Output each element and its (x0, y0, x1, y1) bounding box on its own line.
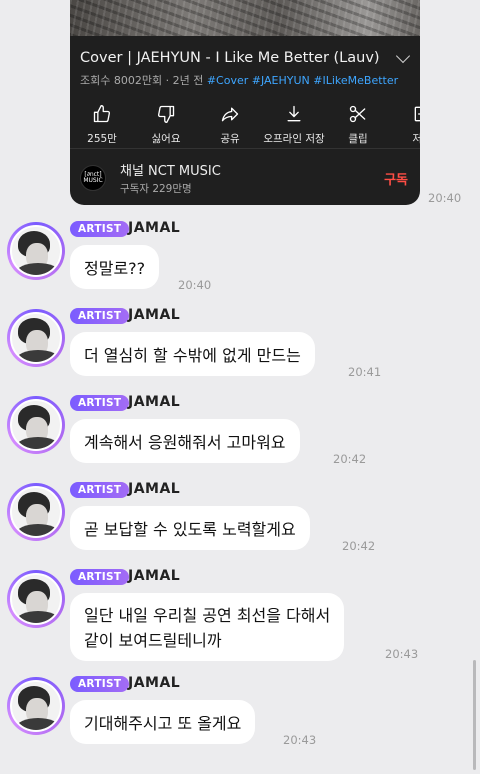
like-button[interactable]: 255만 (70, 104, 134, 146)
message-bubble[interactable]: 계속해서 응원해줘서 고마워요 (70, 419, 300, 463)
sender-name: JAMAL (128, 307, 181, 323)
message-bubble[interactable]: 정말로?? (70, 245, 160, 289)
youtube-share-card[interactable]: Cover | JAEHYUN - I Like Me Better (Lauv… (70, 0, 420, 205)
channel-logo[interactable]: [∂nct] MUSIC (80, 165, 106, 191)
subscribe-button[interactable]: 구독 (384, 169, 408, 188)
avatar[interactable] (7, 222, 65, 280)
share-icon (221, 107, 239, 122)
artist-badge: ARTIST (70, 676, 130, 692)
channel-subscribers: 구독자 229만명 (120, 183, 192, 195)
message-bubble[interactable]: 더 열심히 할 수밖에 없게 만드는 (70, 332, 315, 376)
download-icon (287, 105, 301, 122)
view-count: 조회수 8002만회 (80, 74, 163, 87)
video-action-bar: 255만 싫어요 공유 오프라인 저장 클립 저장 (70, 88, 420, 146)
avatar[interactable] (7, 483, 65, 541)
channel-row[interactable]: [∂nct] MUSIC 채널 NCT MUSIC 구독자 229만명 구독 (80, 160, 408, 196)
timestamp: 20:42 (342, 539, 376, 553)
artist-badge: ARTIST (70, 569, 130, 585)
message-bubble[interactable]: 기대해주시고 또 올게요 (70, 700, 256, 744)
timestamp: 20:42 (333, 452, 367, 466)
avatar[interactable] (7, 309, 65, 367)
artist-badge: ARTIST (70, 308, 130, 324)
card-divider (70, 148, 420, 149)
chevron-down-icon[interactable] (395, 48, 411, 64)
scrollbar[interactable] (473, 660, 476, 770)
video-meta: 조회수 8002만회 · 2년 전 #Cover #JAEHYUN #ILike… (80, 74, 399, 87)
download-button[interactable]: 오프라인 저장 (262, 104, 326, 146)
artist-badge: ARTIST (70, 482, 130, 498)
dislike-button[interactable]: 싫어요 (134, 104, 198, 146)
video-title[interactable]: Cover | JAEHYUN - I Like Me Better (Lauv… (80, 50, 380, 66)
channel-name[interactable]: 채널 NCT MUSIC (120, 160, 384, 179)
add-playlist-icon (414, 106, 420, 122)
thumbs-up-icon (93, 105, 111, 123)
avatar[interactable] (7, 396, 65, 454)
clip-label: 클립 (348, 133, 368, 145)
message-bubble[interactable]: 곧 보답할 수 있도록 노력할게요 (70, 506, 310, 550)
clip-button[interactable]: 클립 (326, 104, 390, 146)
artist-badge: ARTIST (70, 221, 130, 237)
timestamp: 20:40 (428, 191, 462, 205)
hashtags[interactable]: #Cover #JAEHYUN #ILikeMeBetter (207, 74, 398, 87)
avatar[interactable] (7, 677, 65, 735)
sender-name: JAMAL (128, 481, 181, 497)
scissors-icon (349, 105, 366, 123)
timestamp: 20:43 (283, 733, 317, 747)
sender-name: JAMAL (128, 675, 181, 691)
sender-name: JAMAL (128, 220, 181, 236)
download-label: 오프라인 저장 (263, 133, 325, 145)
sender-name: JAMAL (128, 568, 181, 584)
dislike-label: 싫어요 (151, 133, 181, 145)
artist-badge: ARTIST (70, 395, 130, 411)
timestamp: 20:40 (178, 278, 212, 292)
share-label: 공유 (220, 133, 240, 145)
share-button[interactable]: 공유 (198, 104, 262, 146)
thumbs-down-icon (157, 105, 175, 124)
save-label: 저장 (412, 133, 420, 145)
sender-name: JAMAL (128, 394, 181, 410)
message-bubble[interactable]: 일단 내일 우리칠 공연 최선을 다해서 같이 보여드릴테니까 (70, 593, 345, 661)
upload-age: 2년 전 (172, 74, 204, 87)
timestamp: 20:41 (348, 365, 382, 379)
like-count: 255만 (87, 133, 117, 145)
timestamp: 20:43 (385, 647, 419, 661)
avatar[interactable] (7, 570, 65, 628)
video-thumbnail[interactable] (70, 0, 420, 36)
save-button[interactable]: 저장 (390, 104, 420, 146)
